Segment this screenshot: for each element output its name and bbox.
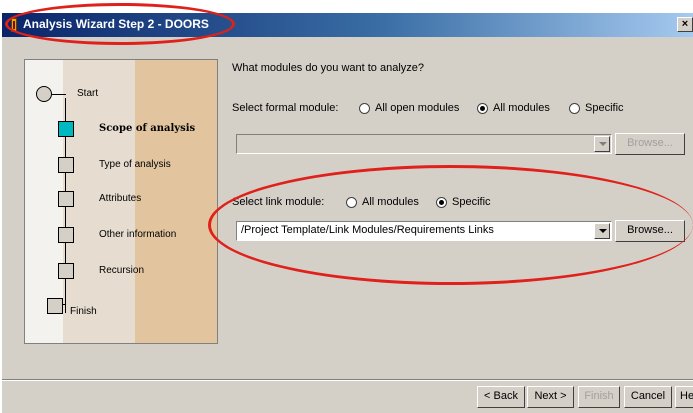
step-start-label: Start xyxy=(77,88,99,99)
formal-all-modules-label[interactable]: All modules xyxy=(493,102,550,114)
title-bar[interactable]: Analysis Wizard Step 2 - DOORS × xyxy=(2,13,693,37)
step-attributes-label: Attributes xyxy=(99,193,142,204)
formal-browse-button[interactable]: Browse... xyxy=(615,133,685,155)
formal-all-open-label[interactable]: All open modules xyxy=(375,102,459,114)
start-connector xyxy=(52,94,66,95)
wizard-window: Analysis Wizard Step 2 - DOORS × Start S… xyxy=(1,12,693,413)
close-button[interactable]: × xyxy=(677,17,693,32)
step-finish-square-icon xyxy=(47,298,63,314)
link-specific-radio[interactable] xyxy=(436,197,447,208)
link-all-modules-radio[interactable] xyxy=(346,197,357,208)
formal-specific-radio[interactable] xyxy=(569,103,580,114)
step-recursion-square-icon xyxy=(58,263,74,279)
formal-module-label: Select formal module: xyxy=(232,102,339,114)
link-dropdown-arrow-icon[interactable] xyxy=(594,223,610,239)
step-finish-label: Finish xyxy=(70,306,97,317)
link-specific-label[interactable]: Specific xyxy=(452,196,491,208)
cancel-button[interactable]: Cancel xyxy=(624,386,672,408)
step-recursion-label: Recursion xyxy=(99,265,145,276)
link-all-modules-label[interactable]: All modules xyxy=(362,196,419,208)
step-attributes-square-icon xyxy=(58,191,74,207)
formal-specific-label[interactable]: Specific xyxy=(585,102,624,114)
footer-separator xyxy=(2,379,693,381)
step-type-label: Type of analysis xyxy=(99,159,171,170)
background-strip xyxy=(0,0,693,12)
link-browse-button[interactable]: Browse... xyxy=(615,220,685,242)
formal-module-combo[interactable] xyxy=(236,134,612,154)
formal-all-open-radio[interactable] xyxy=(359,103,370,114)
steps-panel-band xyxy=(135,60,217,343)
finish-button[interactable]: Finish xyxy=(578,386,620,408)
step-other-square-icon xyxy=(58,227,74,243)
step-scope-square-icon xyxy=(58,121,74,137)
steps-panel: Start Scope of analysis Type of analysis… xyxy=(24,59,218,344)
question-text: What modules do you want to analyze? xyxy=(232,62,425,74)
doors-app-icon xyxy=(11,18,17,32)
link-module-value: /Project Template/Link Modules/Requireme… xyxy=(241,224,494,236)
step-type-square-icon xyxy=(58,157,74,173)
link-module-label: Select link module: xyxy=(232,196,325,208)
step-other-label: Other information xyxy=(99,229,177,240)
finish-connector xyxy=(63,304,66,305)
link-module-combo[interactable]: /Project Template/Link Modules/Requireme… xyxy=(236,221,612,241)
start-circle-icon xyxy=(36,86,52,102)
help-button[interactable]: Help xyxy=(675,386,693,408)
formal-dropdown-arrow-icon[interactable] xyxy=(594,136,610,152)
back-button[interactable]: < Back xyxy=(477,386,525,408)
step-scope-label: Scope of analysis xyxy=(99,123,196,134)
formal-all-modules-radio[interactable] xyxy=(477,103,488,114)
next-button[interactable]: Next > xyxy=(527,386,574,408)
window-title: Analysis Wizard Step 2 - DOORS xyxy=(23,17,209,31)
